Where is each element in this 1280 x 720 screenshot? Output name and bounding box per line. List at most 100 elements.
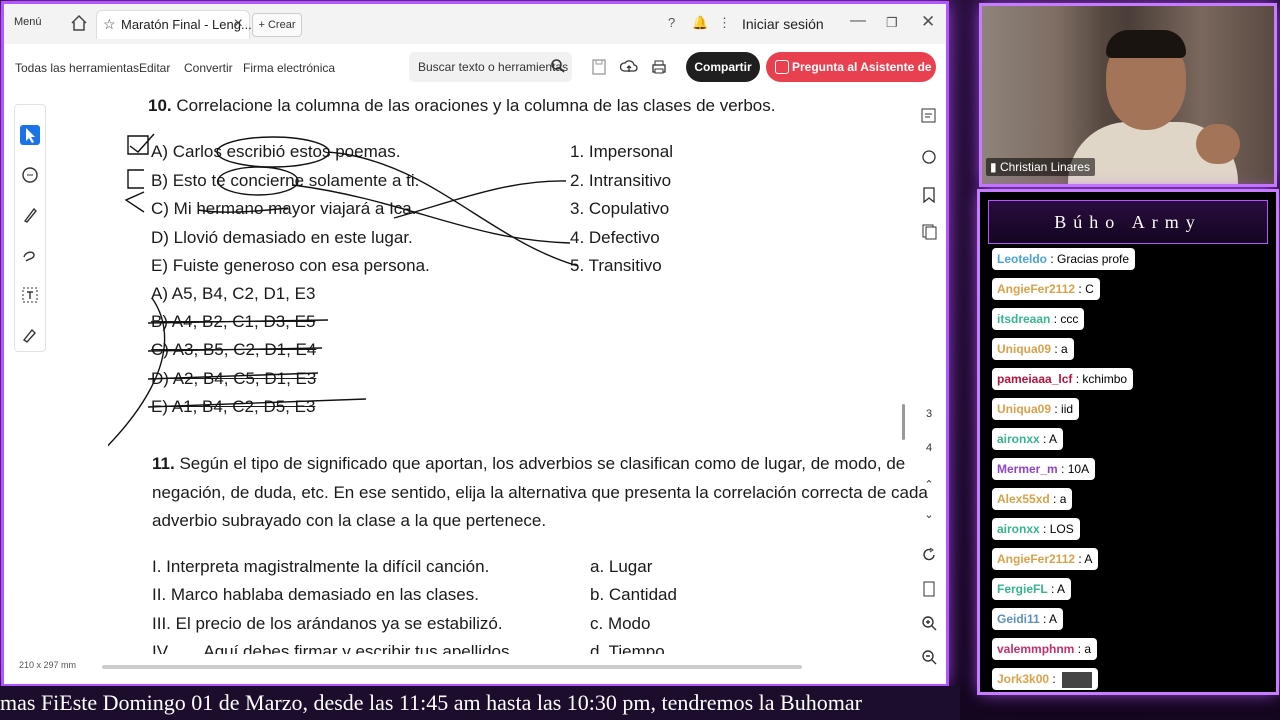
horizontal-scrollbar[interactable] <box>102 665 802 669</box>
edit-menu[interactable]: Editar <box>139 61 170 75</box>
esign-menu[interactable]: Firma electrónica <box>243 61 335 75</box>
chat-username: aironxx <box>997 522 1040 536</box>
chat-username: itsdreaan <box>997 312 1051 326</box>
close-window-icon[interactable]: ✕ <box>921 12 935 32</box>
chat-message: FergieFL : A <box>992 578 1072 600</box>
chat-username: aironxx <box>997 432 1040 446</box>
ink-annotations <box>108 133 579 447</box>
print-icon[interactable] <box>650 58 668 76</box>
ink-line-b-4 <box>292 184 571 244</box>
chat-sticker-image <box>1062 671 1093 688</box>
chat-separator: : <box>1047 582 1058 596</box>
chat-username: Uniqua09 <box>997 402 1052 416</box>
title-bar: Menú ☆ Maratón Final - Leng... × + Crear… <box>4 4 946 45</box>
share-button[interactable]: Compartir <box>686 52 760 82</box>
refresh-icon[interactable] <box>920 546 938 564</box>
chat-text: A <box>1084 552 1093 566</box>
close-tab-icon[interactable]: × <box>234 15 243 33</box>
ink-checkbox-mark <box>127 133 155 155</box>
chat-message: AngieFer2112 : C <box>992 278 1100 300</box>
news-ticker: mas FiEste Domingo 01 de Marzo, desde la… <box>0 686 960 720</box>
ink-circle-concierne <box>217 166 299 196</box>
chat-separator: : <box>1051 342 1062 356</box>
chat-text: C <box>1085 282 1094 296</box>
chat-text: A <box>1049 612 1058 626</box>
signal-icon: ▮ <box>990 160 1000 174</box>
chat-separator: : <box>1072 372 1083 386</box>
draw-icon[interactable] <box>20 245 40 265</box>
pages-icon[interactable] <box>920 222 938 240</box>
presenter-name: Christian Linares <box>999 160 1090 174</box>
sign-in-link[interactable]: Iniciar sesión <box>742 16 824 32</box>
ai-assistant-button[interactable]: Pregunta al Asistente de IA <box>766 52 936 104</box>
toolbar: Todas las herramientas Editar Convertir … <box>4 44 946 104</box>
search-icon <box>551 59 565 73</box>
restore-icon[interactable]: ❐ <box>886 15 898 31</box>
chat-text: LOS <box>1049 522 1074 536</box>
chat-username: Uniqua09 <box>997 342 1052 356</box>
help-icon[interactable]: ? <box>668 15 675 30</box>
home-icon[interactable] <box>70 14 88 32</box>
chat-text: a <box>1059 492 1067 506</box>
ai-summary-icon[interactable] <box>920 106 938 124</box>
search-box[interactable]: Buscar texto o herramientas <box>409 52 572 82</box>
chat-text: iid <box>1061 402 1074 416</box>
chat-username: Mermer_m <box>997 462 1058 476</box>
ink-strike-e <box>147 398 367 408</box>
chat-username: Alex55xd <box>997 492 1050 506</box>
highlight-pen-icon[interactable] <box>20 205 40 225</box>
create-label: Crear <box>267 19 296 31</box>
ink-underline-viajara <box>197 207 289 213</box>
star-icon[interactable]: ☆ <box>103 16 116 33</box>
page-down-icon[interactable]: ⌄ <box>920 508 938 521</box>
search-placeholder: Buscar texto o herramientas <box>418 60 569 74</box>
comments-panel-icon[interactable] <box>920 148 938 166</box>
all-tools-menu[interactable]: Todas las herramientas <box>15 61 139 75</box>
ink-circle-estos-poemas <box>216 136 330 168</box>
chat-message: Leoteldo : Gracias profe <box>992 248 1136 270</box>
ink-long-stroke <box>108 297 166 447</box>
convert-menu[interactable]: Convertir <box>184 61 233 75</box>
page-up-icon[interactable]: ⌃ <box>920 478 938 491</box>
vertical-scrollbar[interactable] <box>902 404 905 440</box>
chat-separator: : <box>1039 432 1050 446</box>
document-tab[interactable]: ☆ Maratón Final - Leng... × <box>96 10 252 39</box>
right-tool-rail: 3 4 ⌃ ⌄ <box>914 96 944 676</box>
chat-username: Jork3k00 <box>997 672 1050 686</box>
chat-message: Geidi11 : A <box>992 608 1064 630</box>
chat-username: Geidi11 <box>997 612 1040 626</box>
zoom-in-icon[interactable] <box>920 614 938 632</box>
upload-cloud-icon[interactable] <box>620 58 638 76</box>
tab-title: Maratón Final - Leng... <box>121 17 252 32</box>
menu-button[interactable]: Menú <box>14 16 42 28</box>
chat-text: a <box>1084 642 1092 656</box>
ink-side-marks <box>124 169 145 213</box>
chat-separator: : <box>1049 672 1060 686</box>
bookmarks-icon[interactable] <box>920 186 938 204</box>
zoom-out-icon[interactable] <box>920 648 938 666</box>
page-number-current[interactable]: 3 <box>920 408 938 420</box>
chat-separator: : <box>1075 552 1085 566</box>
chat-message: Uniqua09 : a <box>992 338 1074 360</box>
chat-message: Jork3k00 : <box>992 668 1099 690</box>
save-icon[interactable] <box>590 58 608 76</box>
select-tool-icon[interactable] <box>20 125 40 145</box>
notifications-icon[interactable]: 🔔 <box>692 15 708 31</box>
chat-message: valemmphnm : a <box>992 638 1098 660</box>
comment-icon[interactable] <box>20 165 40 185</box>
chat-text: Gracias profe <box>1057 252 1130 266</box>
ink-strike-b <box>147 319 329 324</box>
page-export-icon[interactable] <box>920 580 938 598</box>
apps-grid-icon[interactable]: ⋮ <box>718 15 731 31</box>
chat-separator: : <box>1039 612 1050 626</box>
ink-line-c-2 <box>393 180 567 219</box>
chat-username: FergieFL <box>997 582 1048 596</box>
chat-message: itsdreaan : ccc <box>992 308 1085 330</box>
left-tool-rail <box>14 104 46 352</box>
create-button[interactable]: + Crear <box>252 13 302 37</box>
text-box-icon[interactable] <box>20 285 40 305</box>
minimize-icon[interactable]: — <box>850 12 866 30</box>
chat-panel: Búho Army Leoteldo : Gracias profe AngieF… <box>980 192 1276 692</box>
sign-icon[interactable] <box>20 325 40 345</box>
page-number-next[interactable]: 4 <box>920 442 938 454</box>
